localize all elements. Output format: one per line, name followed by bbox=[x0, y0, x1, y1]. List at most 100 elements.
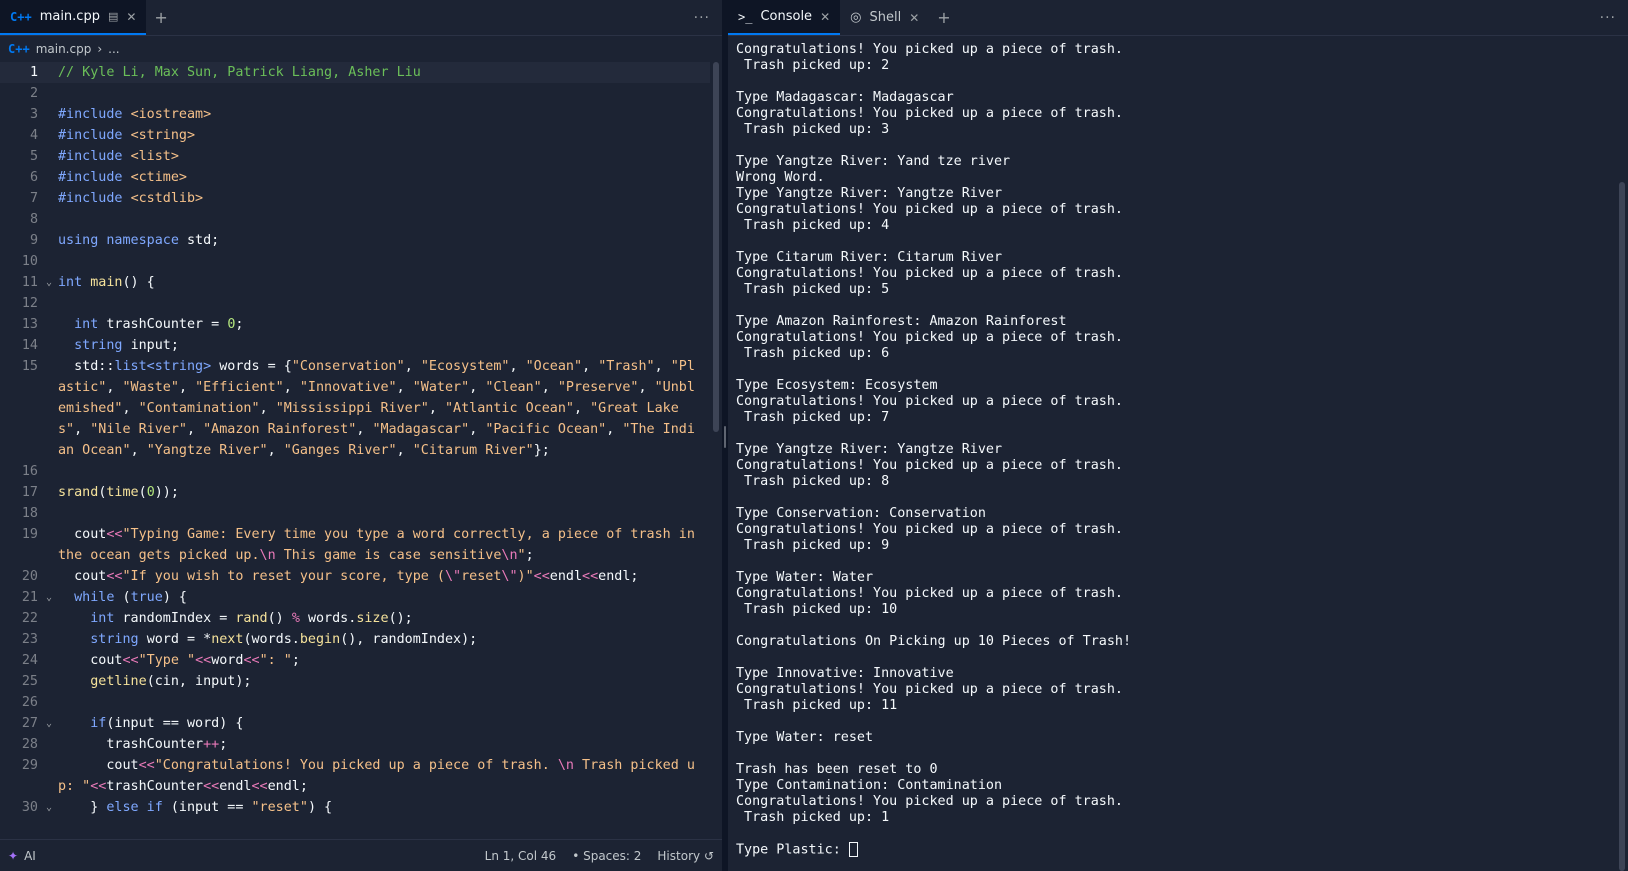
code-line[interactable]: 20 cout<<"If you wish to reset your scor… bbox=[0, 566, 710, 587]
code-editor[interactable]: 1 // Kyle Li, Max Sun, Patrick Liang, Ash… bbox=[0, 62, 710, 839]
console-line: Congratulations! You picked up a piece o… bbox=[736, 202, 1123, 217]
console-line: Wrong Word. bbox=[736, 170, 825, 185]
code-token: \" bbox=[444, 569, 462, 584]
code-token: string bbox=[74, 338, 131, 353]
code-token: ++ bbox=[203, 737, 220, 752]
code-line[interactable]: 17 srand(time(0)); bbox=[0, 482, 710, 503]
console-input-cursor[interactable] bbox=[848, 842, 858, 857]
code-line[interactable]: 24 cout<<"Type "<<word<<": "; bbox=[0, 650, 710, 671]
code-token: ) { bbox=[162, 590, 187, 605]
code-line[interactable]: 13 int trashCounter = 0; bbox=[0, 314, 710, 335]
code-token: ( bbox=[138, 485, 147, 500]
fold-chevron-icon[interactable]: ⌄ bbox=[40, 272, 58, 293]
tab-shell-label: Shell bbox=[869, 10, 902, 25]
more-options-icon[interactable]: ··· bbox=[682, 0, 722, 35]
code-line[interactable]: 5 #include <list> bbox=[0, 146, 710, 167]
breadcrumb-file[interactable]: main.cpp bbox=[36, 42, 92, 56]
fold-chevron-icon[interactable]: ⌄ bbox=[40, 797, 58, 818]
code-token: "Mississippi River" bbox=[275, 401, 429, 416]
divider-grip[interactable] bbox=[724, 426, 726, 448]
code-line[interactable]: 27 ⌄ if(input == word) { bbox=[0, 713, 710, 734]
code-line[interactable]: 14 string input; bbox=[0, 335, 710, 356]
cursor-position[interactable]: Ln 1, Col 46 bbox=[485, 849, 557, 863]
code-token: true bbox=[130, 590, 163, 605]
close-icon[interactable]: ✕ bbox=[909, 11, 919, 25]
console-scrollbar[interactable] bbox=[1616, 36, 1628, 871]
code-line[interactable]: 19 cout<<"Typing Game: Every time you ty… bbox=[0, 524, 710, 566]
code-token: << bbox=[138, 758, 155, 773]
tab-main-cpp[interactable]: C++ main.cpp ▤ ✕ bbox=[0, 0, 147, 35]
console-line: Trash picked up: 5 bbox=[736, 282, 890, 297]
code-text: using namespace std; bbox=[58, 230, 700, 251]
add-tab-icon[interactable]: + bbox=[929, 0, 958, 35]
code-token: << bbox=[243, 653, 260, 668]
code-token: reset bbox=[461, 569, 502, 584]
more-options-icon[interactable]: ··· bbox=[1588, 0, 1628, 35]
code-line[interactable]: 7 #include <cstdlib> bbox=[0, 188, 710, 209]
code-line[interactable]: 10 bbox=[0, 251, 710, 272]
code-token: randomIndex = bbox=[122, 611, 236, 626]
code-token: "Type " bbox=[138, 653, 196, 668]
tab-console[interactable]: >_ Console ✕ bbox=[728, 0, 841, 35]
code-token: main bbox=[90, 275, 123, 290]
code-line[interactable]: 8 bbox=[0, 209, 710, 230]
code-line[interactable]: 22 int randomIndex = rand() % words.size… bbox=[0, 608, 710, 629]
code-line[interactable]: 11 ⌄ int main() { bbox=[0, 272, 710, 293]
fold-chevron-icon[interactable]: ⌄ bbox=[40, 587, 58, 608]
close-icon[interactable]: ✕ bbox=[820, 10, 830, 24]
code-line[interactable]: 4 #include <string> bbox=[0, 125, 710, 146]
line-number: 28 bbox=[21, 737, 38, 752]
fold-chevron-icon[interactable]: ⌄ bbox=[40, 713, 58, 734]
code-line[interactable]: 21 ⌄ while (true) { bbox=[0, 587, 710, 608]
console-output[interactable]: Congratulations! You picked up a piece o… bbox=[728, 36, 1616, 871]
editor-pane: C++ main.cpp ▤ ✕ + ··· C++ main.cpp › ..… bbox=[0, 0, 722, 871]
code-line[interactable]: 3 #include <iostream> bbox=[0, 104, 710, 125]
code-token: "Pacific Ocean" bbox=[485, 422, 607, 437]
code-line[interactable]: 6 #include <ctime> bbox=[0, 167, 710, 188]
code-line[interactable]: 23 string word = *next(words.begin(), ra… bbox=[0, 629, 710, 650]
code-token: std:: bbox=[58, 359, 115, 374]
console-line: Congratulations! You picked up a piece o… bbox=[736, 522, 1123, 537]
code-token: int bbox=[58, 275, 91, 290]
code-token: rand bbox=[235, 611, 268, 626]
code-token: else if bbox=[106, 800, 171, 815]
code-token: , bbox=[428, 401, 445, 416]
breadcrumb-rest[interactable]: ... bbox=[108, 42, 119, 56]
code-line[interactable]: 12 bbox=[0, 293, 710, 314]
add-tab-icon[interactable]: + bbox=[146, 0, 175, 35]
code-text: srand(time(0)); bbox=[58, 482, 700, 503]
editor-scrollbar[interactable] bbox=[710, 62, 722, 839]
code-line[interactable]: 29 cout<<"Congratulations! You picked up… bbox=[0, 755, 710, 797]
console-line: Type Amazon Rainforest: Amazon Rainfores… bbox=[736, 314, 1067, 329]
code-line[interactable]: 1 // Kyle Li, Max Sun, Patrick Liang, Ash… bbox=[0, 62, 710, 83]
code-token: "Efficient" bbox=[195, 380, 284, 395]
code-line[interactable]: 18 bbox=[0, 503, 710, 524]
indentation-setting[interactable]: • Spaces: 2 bbox=[572, 849, 641, 863]
editor-tabbar: C++ main.cpp ▤ ✕ + ··· bbox=[0, 0, 722, 36]
close-icon[interactable]: ✕ bbox=[126, 10, 136, 24]
code-line[interactable]: 30 ⌄ } else if (input == "reset") { bbox=[0, 797, 710, 818]
code-line[interactable]: 15 std::list<string> words = {"Conservat… bbox=[0, 356, 710, 461]
console-prompt-line[interactable]: Type Plastic: bbox=[736, 842, 1608, 859]
code-line[interactable]: 25 getline(cin, input); bbox=[0, 671, 710, 692]
code-line[interactable]: 2 bbox=[0, 83, 710, 104]
document-icon[interactable]: ▤ bbox=[108, 10, 118, 23]
code-line[interactable]: 16 bbox=[0, 461, 710, 482]
code-line[interactable]: 28 trashCounter++; bbox=[0, 734, 710, 755]
scrollbar-thumb[interactable] bbox=[713, 62, 719, 432]
tab-shell[interactable]: ◎ Shell ✕ bbox=[840, 0, 929, 35]
ai-button[interactable]: ✦ AI bbox=[8, 849, 36, 863]
code-text: #include <string> bbox=[58, 125, 700, 146]
history-button[interactable]: History ↺ bbox=[657, 849, 714, 863]
code-token: , bbox=[178, 380, 196, 395]
code-line[interactable]: 26 bbox=[0, 692, 710, 713]
scrollbar-thumb[interactable] bbox=[1619, 182, 1625, 871]
code-line[interactable]: 9 using namespace std; bbox=[0, 230, 710, 251]
